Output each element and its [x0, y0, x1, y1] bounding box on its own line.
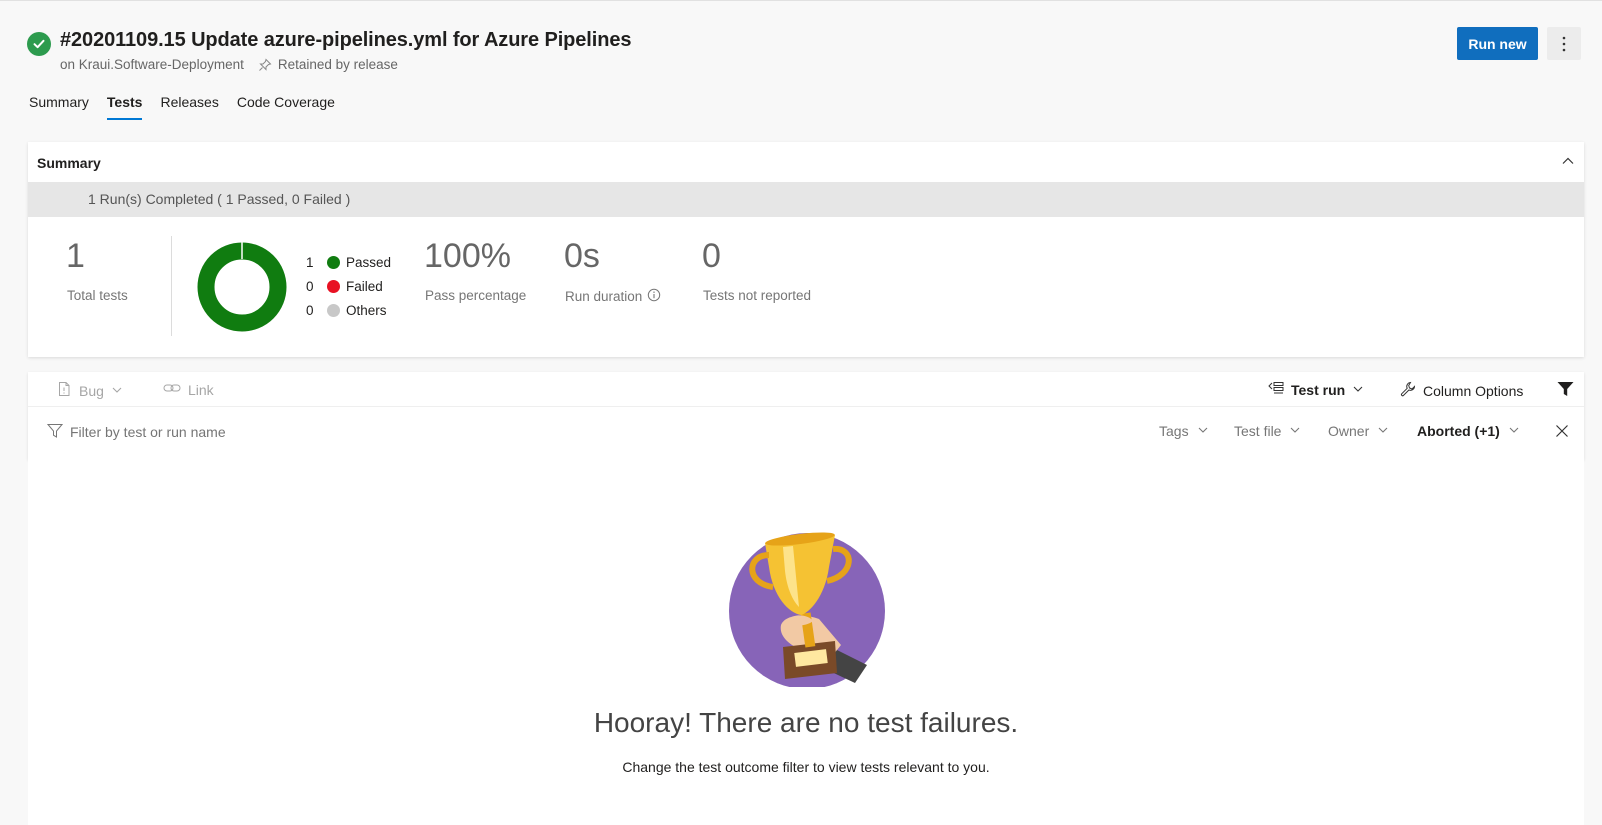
legend-passed: 1 Passed [306, 255, 392, 270]
column-options-button[interactable]: Column Options [1400, 381, 1523, 400]
link-button[interactable]: Link [163, 381, 214, 398]
clear-filters-close-icon[interactable] [1555, 424, 1569, 443]
outcome-filter-dropdown[interactable]: Aborted (+1) [1417, 423, 1520, 439]
chevron-down-icon [1289, 423, 1301, 439]
trophy-illustration-icon [729, 527, 889, 689]
outcome-donut-chart [195, 240, 289, 334]
toolbar-divider [28, 406, 1584, 407]
page-tabs: Summary Tests Releases Code Coverage [29, 94, 335, 120]
info-icon[interactable] [647, 288, 661, 305]
chevron-up-icon[interactable] [1560, 153, 1576, 169]
pass-percentage-value: 100% [424, 237, 511, 275]
empty-state-heading: Hooray! There are no test failures. [593, 707, 1019, 738]
chevron-down-icon [1377, 423, 1389, 439]
tab-code-coverage[interactable]: Code Coverage [237, 94, 335, 120]
filter-input[interactable] [70, 422, 470, 442]
branch-text[interactable]: on Kraui.Software-Deployment [60, 57, 244, 72]
run-status-text: 1 Run(s) Completed ( 1 Passed, 0 Failed … [88, 191, 351, 207]
wrench-icon [1400, 381, 1416, 400]
owner-filter-dropdown[interactable]: Owner [1328, 423, 1389, 439]
total-tests-value: 1 [66, 237, 85, 275]
filter-toggle-icon[interactable] [1557, 381, 1574, 402]
run-duration-label-row: Run duration [565, 288, 661, 305]
filter-funnel-icon [46, 423, 64, 444]
retained-text: Retained by release [277, 57, 398, 72]
bug-button[interactable]: Bug [56, 381, 123, 400]
run-duration-label: Run duration [565, 289, 643, 304]
legend-failed: 0 Failed [306, 279, 383, 294]
bug-icon [56, 381, 72, 400]
empty-state-subtext: Change the test outcome filter to view t… [622, 759, 990, 775]
passed-dot-icon [327, 256, 340, 269]
others-dot-icon [327, 304, 340, 317]
run-duration-value: 0s [564, 237, 600, 275]
build-succeeded-icon [27, 32, 51, 56]
pin-icon [258, 58, 272, 72]
summary-card-title: Summary [37, 155, 101, 171]
build-subtitle: on Kraui.Software-Deployment Retained by… [60, 57, 398, 72]
tab-releases[interactable]: Releases [160, 94, 218, 120]
more-actions-button[interactable] [1547, 27, 1581, 60]
more-vertical-icon [1562, 36, 1566, 51]
outcome-legend: 1 Passed 0 Failed 0 Others [306, 255, 391, 318]
chevron-down-icon [1352, 382, 1364, 398]
divider [171, 236, 172, 336]
failed-dot-icon [327, 280, 340, 293]
tags-filter-dropdown[interactable]: Tags [1159, 423, 1209, 439]
tab-summary[interactable]: Summary [29, 94, 89, 120]
chevron-down-icon [1508, 423, 1520, 439]
group-by-test-run-dropdown[interactable]: Test run [1268, 381, 1364, 398]
tab-tests[interactable]: Tests [106, 94, 142, 120]
test-file-filter-dropdown[interactable]: Test file [1234, 423, 1301, 439]
page-title: #20201109.15 Update azure-pipelines.yml … [60, 29, 632, 51]
pass-percentage-label: Pass percentage [425, 288, 527, 303]
run-new-button[interactable]: Run new [1457, 27, 1538, 60]
chevron-down-icon [111, 383, 123, 399]
chevron-down-icon [1197, 423, 1209, 439]
tests-not-reported-label: Tests not reported [703, 288, 812, 303]
total-tests-label: Total tests [67, 288, 128, 303]
tests-not-reported-value: 0 [702, 237, 721, 275]
group-by-icon [1268, 381, 1284, 398]
link-icon [163, 381, 181, 398]
legend-others: 0 Others [306, 303, 387, 318]
